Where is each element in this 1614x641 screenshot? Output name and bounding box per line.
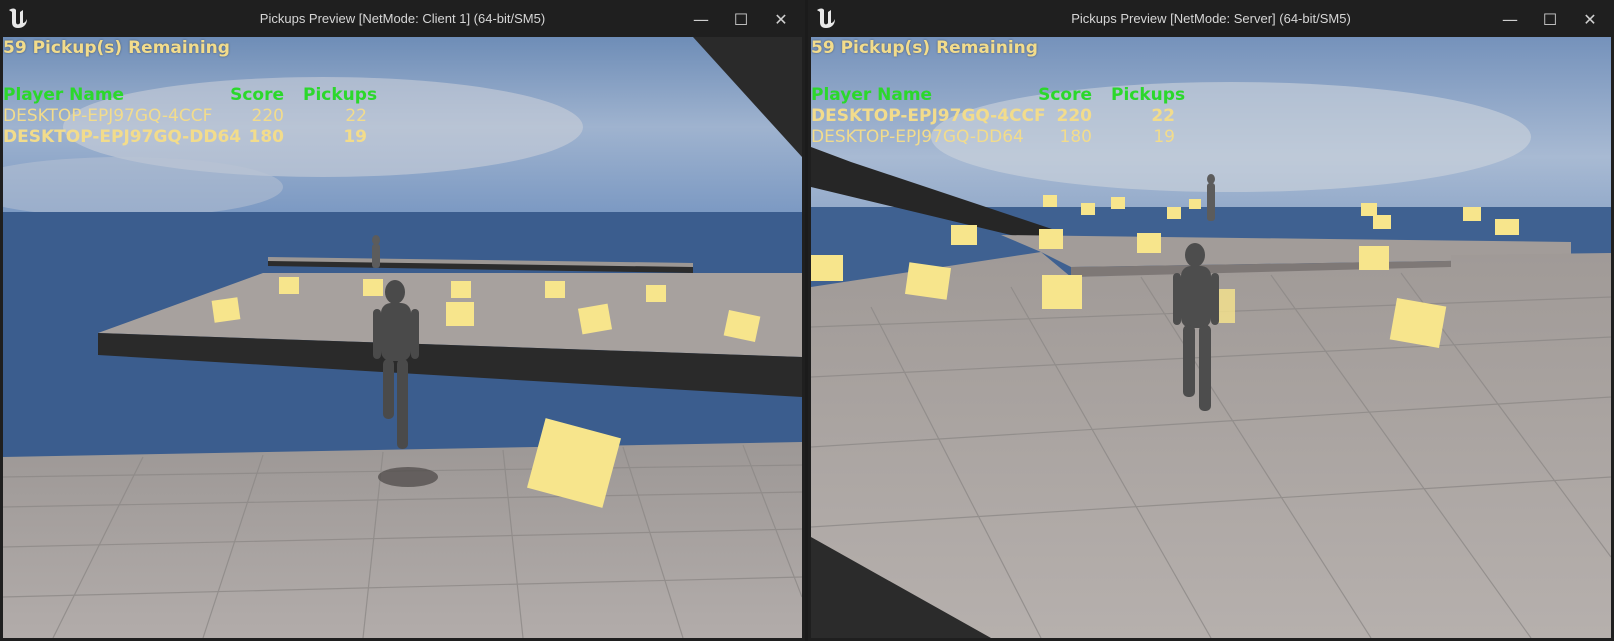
player-pickups: 19 [343,127,367,147]
close-icon[interactable]: ✕ [766,4,796,34]
player-name: DESKTOP-EPJ97GQ-4CCF [811,106,1046,126]
header-score: Score [1038,85,1092,105]
server-window: Pickups Preview [NetMode: Server] (64-bi… [808,0,1614,641]
player-pickups: 22 [1151,106,1175,126]
header-score: Score [230,85,284,105]
window-title: Pickups Preview [NetMode: Server] (64-bi… [1071,11,1351,26]
player-pickups: 19 [1153,127,1175,147]
scoreboard-header: Player Name Score Pickups [3,85,403,107]
scoreboard-header: Player Name Score Pickups [811,85,1211,107]
window-title: Pickups Preview [NetMode: Client 1] (64-… [259,11,546,26]
minimize-icon[interactable]: — [1495,4,1525,34]
player-name: DESKTOP-EPJ97GQ-4CCF [3,106,213,126]
scoreboard-row: DESKTOP-EPJ97GQ-4CCF 220 22 [811,106,1211,128]
maximize-icon[interactable]: ☐ [726,4,756,34]
pickups-remaining: 59 Pickup(s) Remaining [3,38,230,58]
player-score: 220 [1056,106,1093,126]
header-pickups: Pickups [303,85,378,105]
scoreboard-row: DESKTOP-EPJ97GQ-DD64 180 19 [811,127,1211,149]
player-score: 220 [251,106,284,126]
remote-character [372,235,380,268]
header-player-name: Player Name [811,85,933,105]
pickups-remaining: 59 Pickup(s) Remaining [811,38,1038,58]
title-bar[interactable]: Pickups Preview [NetMode: Client 1] (64-… [0,0,805,37]
minimize-icon[interactable]: — [686,4,716,34]
header-pickups: Pickups [1111,85,1186,105]
player-score: 180 [248,127,285,147]
client-window: Pickups Preview [NetMode: Client 1] (64-… [0,0,805,641]
scoreboard-row: DESKTOP-EPJ97GQ-DD64 180 19 [3,127,403,149]
header-player-name: Player Name [3,85,125,105]
scoreboard-row: DESKTOP-EPJ97GQ-4CCF 220 22 [3,106,403,128]
player-score: 180 [1059,127,1092,147]
character-shadow [378,467,438,487]
maximize-icon[interactable]: ☐ [1535,4,1565,34]
player-name: DESKTOP-EPJ97GQ-DD64 [811,127,1024,147]
player-name: DESKTOP-EPJ97GQ-DD64 [3,127,242,147]
title-bar[interactable]: Pickups Preview [NetMode: Server] (64-bi… [808,0,1614,37]
game-viewport[interactable]: 59 Pickup(s) Remaining Player Name Score… [3,37,802,638]
game-viewport[interactable]: 59 Pickup(s) Remaining Player Name Score… [811,37,1611,638]
remote-character [1207,174,1215,221]
player-pickups: 22 [345,106,367,126]
close-icon[interactable]: ✕ [1575,4,1605,34]
